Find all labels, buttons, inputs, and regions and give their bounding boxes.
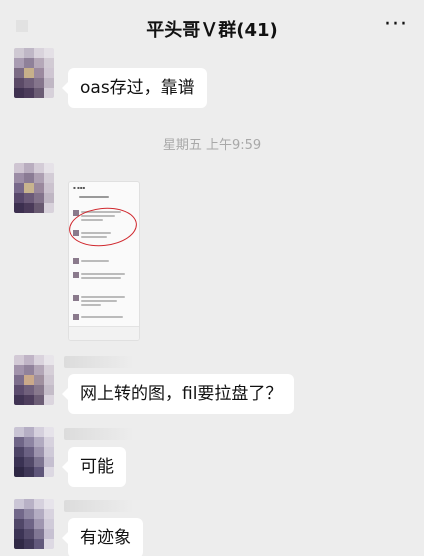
sender-name: [64, 356, 134, 368]
avatar[interactable]: [14, 499, 54, 549]
thumbnail-status-bar: ▪ ▪▪▪: [73, 185, 86, 190]
sender-name: [64, 500, 134, 512]
sender-name: [64, 428, 134, 440]
message-bubble[interactable]: 可能: [62, 447, 126, 487]
avatar[interactable]: [14, 355, 54, 405]
message-bubble[interactable]: 网上转的图，fil要拉盘了？: [61, 374, 295, 414]
avatar[interactable]: [14, 48, 54, 98]
timestamp: 星期五 上午9:59: [162, 138, 262, 153]
avatar[interactable]: [14, 163, 54, 213]
message-bubble[interactable]: oas存过，靠谱: [62, 68, 207, 108]
shared-screenshot-image[interactable]: ▪ ▪▪▪: [68, 181, 140, 341]
message-bubble[interactable]: 有迹象: [62, 518, 143, 556]
thumbnail-input-bar: [69, 326, 139, 340]
chat-title: 平头哥Ｖ群(41): [146, 20, 278, 41]
more-options-icon[interactable]: ···: [384, 14, 408, 36]
avatar[interactable]: [14, 427, 54, 477]
chat-header: 平头哥Ｖ群(41) ···: [0, 0, 424, 56]
